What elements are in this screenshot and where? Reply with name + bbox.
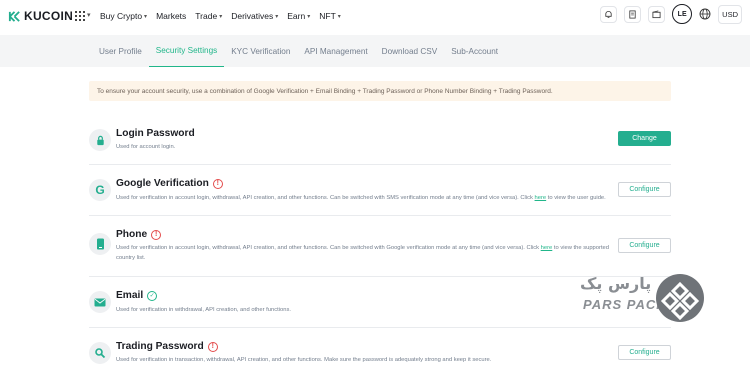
watermark-latin-text: PARS PACK: [583, 297, 667, 312]
tab-download-csv[interactable]: Download CSV: [375, 35, 445, 67]
title-text: Phone: [116, 229, 148, 240]
security-notice: To ensure your account security, use a c…: [89, 81, 671, 101]
warning-icon: !: [212, 178, 223, 189]
lock-icon: [89, 129, 111, 151]
phone-icon: [89, 233, 111, 255]
orders-icon[interactable]: [624, 5, 642, 23]
title-text: Google Verification: [116, 178, 209, 189]
warning-icon: !: [207, 341, 218, 352]
security-item-phone: Phone ! Used for verification in account…: [89, 229, 671, 265]
nav-buy-crypto[interactable]: Buy Crypto ▾: [100, 11, 147, 21]
title-text: Login Password: [116, 128, 195, 139]
chevron-down-icon: ▾: [307, 13, 311, 20]
security-item-desc: Used for account login.: [116, 144, 176, 150]
security-item-desc: Used for verification in account login, …: [116, 244, 616, 263]
header-actions: LE USD: [600, 4, 742, 24]
google-icon: G: [89, 179, 111, 201]
brand-name: KUCOIN: [24, 9, 74, 23]
key-icon: [89, 342, 111, 364]
apps-grid-icon[interactable]: [75, 11, 85, 21]
kucoin-logo-icon: [8, 10, 20, 22]
watermark-persian-text: پارس پک: [580, 274, 652, 293]
configure-phone-button[interactable]: Configure: [618, 238, 671, 253]
nav-markets[interactable]: Markets: [156, 11, 186, 21]
tab-api-management[interactable]: API Management: [297, 35, 374, 67]
bell-icon[interactable]: [600, 5, 618, 23]
configure-trading-password-button[interactable]: Configure: [618, 345, 671, 360]
nav-trade[interactable]: Trade ▾: [195, 11, 222, 21]
chevron-down-icon: ▾: [337, 13, 341, 20]
kucoin-logo[interactable]: KUCOIN: [8, 9, 73, 23]
globe-icon[interactable]: [699, 8, 711, 20]
avatar[interactable]: LE: [672, 4, 693, 24]
pars-pack-watermark: پارس پک PARS PACK: [580, 274, 706, 324]
configure-google-button[interactable]: Configure: [618, 182, 671, 197]
security-item-title: Google Verification !: [116, 178, 223, 189]
warning-icon: !: [151, 229, 162, 240]
security-item-desc: Used for verification in account login, …: [116, 194, 616, 204]
desc-text: to view the user guide.: [546, 195, 606, 201]
pars-pack-logo-icon: [656, 274, 704, 322]
tab-sub-account[interactable]: Sub-Account: [444, 35, 505, 67]
tab-security-settings[interactable]: Security Settings: [148, 35, 225, 67]
user-guide-link[interactable]: here: [535, 195, 547, 201]
chevron-down-icon: ▾: [87, 12, 91, 19]
nav-label: NFT: [319, 11, 336, 21]
security-item-desc: Used for verification in transaction, wi…: [116, 357, 492, 363]
account-subnav: User Profile Security Settings KYC Verif…: [0, 35, 750, 67]
security-item-title: Phone !: [116, 229, 162, 240]
change-password-button[interactable]: Change: [618, 131, 671, 146]
security-item-google-verification: G Google Verification ! Used for verific…: [89, 177, 671, 207]
security-item-trading-password: Trading Password ! Used for verification…: [89, 341, 671, 367]
tab-kyc-verification[interactable]: KYC Verification: [224, 35, 297, 67]
security-item-title: Email ✓: [116, 290, 158, 301]
currency-selector[interactable]: USD: [718, 4, 742, 24]
account-tabs: User Profile Security Settings KYC Verif…: [92, 35, 505, 67]
security-item-title: Trading Password !: [116, 341, 218, 352]
divider: [89, 327, 671, 328]
desc-text: Used for verification in account login, …: [116, 195, 535, 201]
tab-user-profile[interactable]: User Profile: [92, 35, 149, 67]
title-text: Trading Password: [116, 341, 204, 352]
nav-label: Buy Crypto: [100, 11, 143, 21]
divider: [89, 215, 671, 216]
chevron-down-icon: ▾: [144, 13, 148, 20]
chevron-down-icon: ▾: [219, 13, 223, 20]
top-navbar: KUCOIN ▾ Buy Crypto ▾ Markets Trade ▾ Deri…: [0, 0, 750, 32]
chevron-down-icon: ▾: [275, 13, 279, 20]
country-list-link[interactable]: here: [541, 245, 553, 251]
security-item-desc: Used for verification in withdrawal, API…: [116, 307, 291, 313]
wallet-icon[interactable]: [648, 5, 666, 23]
nav-earn[interactable]: Earn ▾: [287, 11, 310, 21]
desc-text: Used for verification in account login, …: [116, 245, 541, 251]
verified-check-icon: ✓: [147, 290, 158, 301]
nav-derivatives[interactable]: Derivatives ▾: [231, 11, 278, 21]
security-item-title: Login Password: [116, 128, 195, 139]
nav-nft[interactable]: NFT ▾: [319, 11, 341, 21]
divider: [89, 164, 671, 165]
nav-label: Earn: [287, 11, 306, 21]
mail-icon: [89, 291, 111, 313]
nav-label: Markets: [156, 11, 187, 21]
security-item-login-password: Login Password Used for account login. C…: [89, 127, 671, 157]
nav-label: Derivatives: [231, 11, 274, 21]
nav-label: Trade: [195, 11, 218, 21]
main-nav: Buy Crypto ▾ Markets Trade ▾ Derivatives ▾ …: [100, 0, 341, 32]
title-text: Email: [116, 290, 144, 301]
